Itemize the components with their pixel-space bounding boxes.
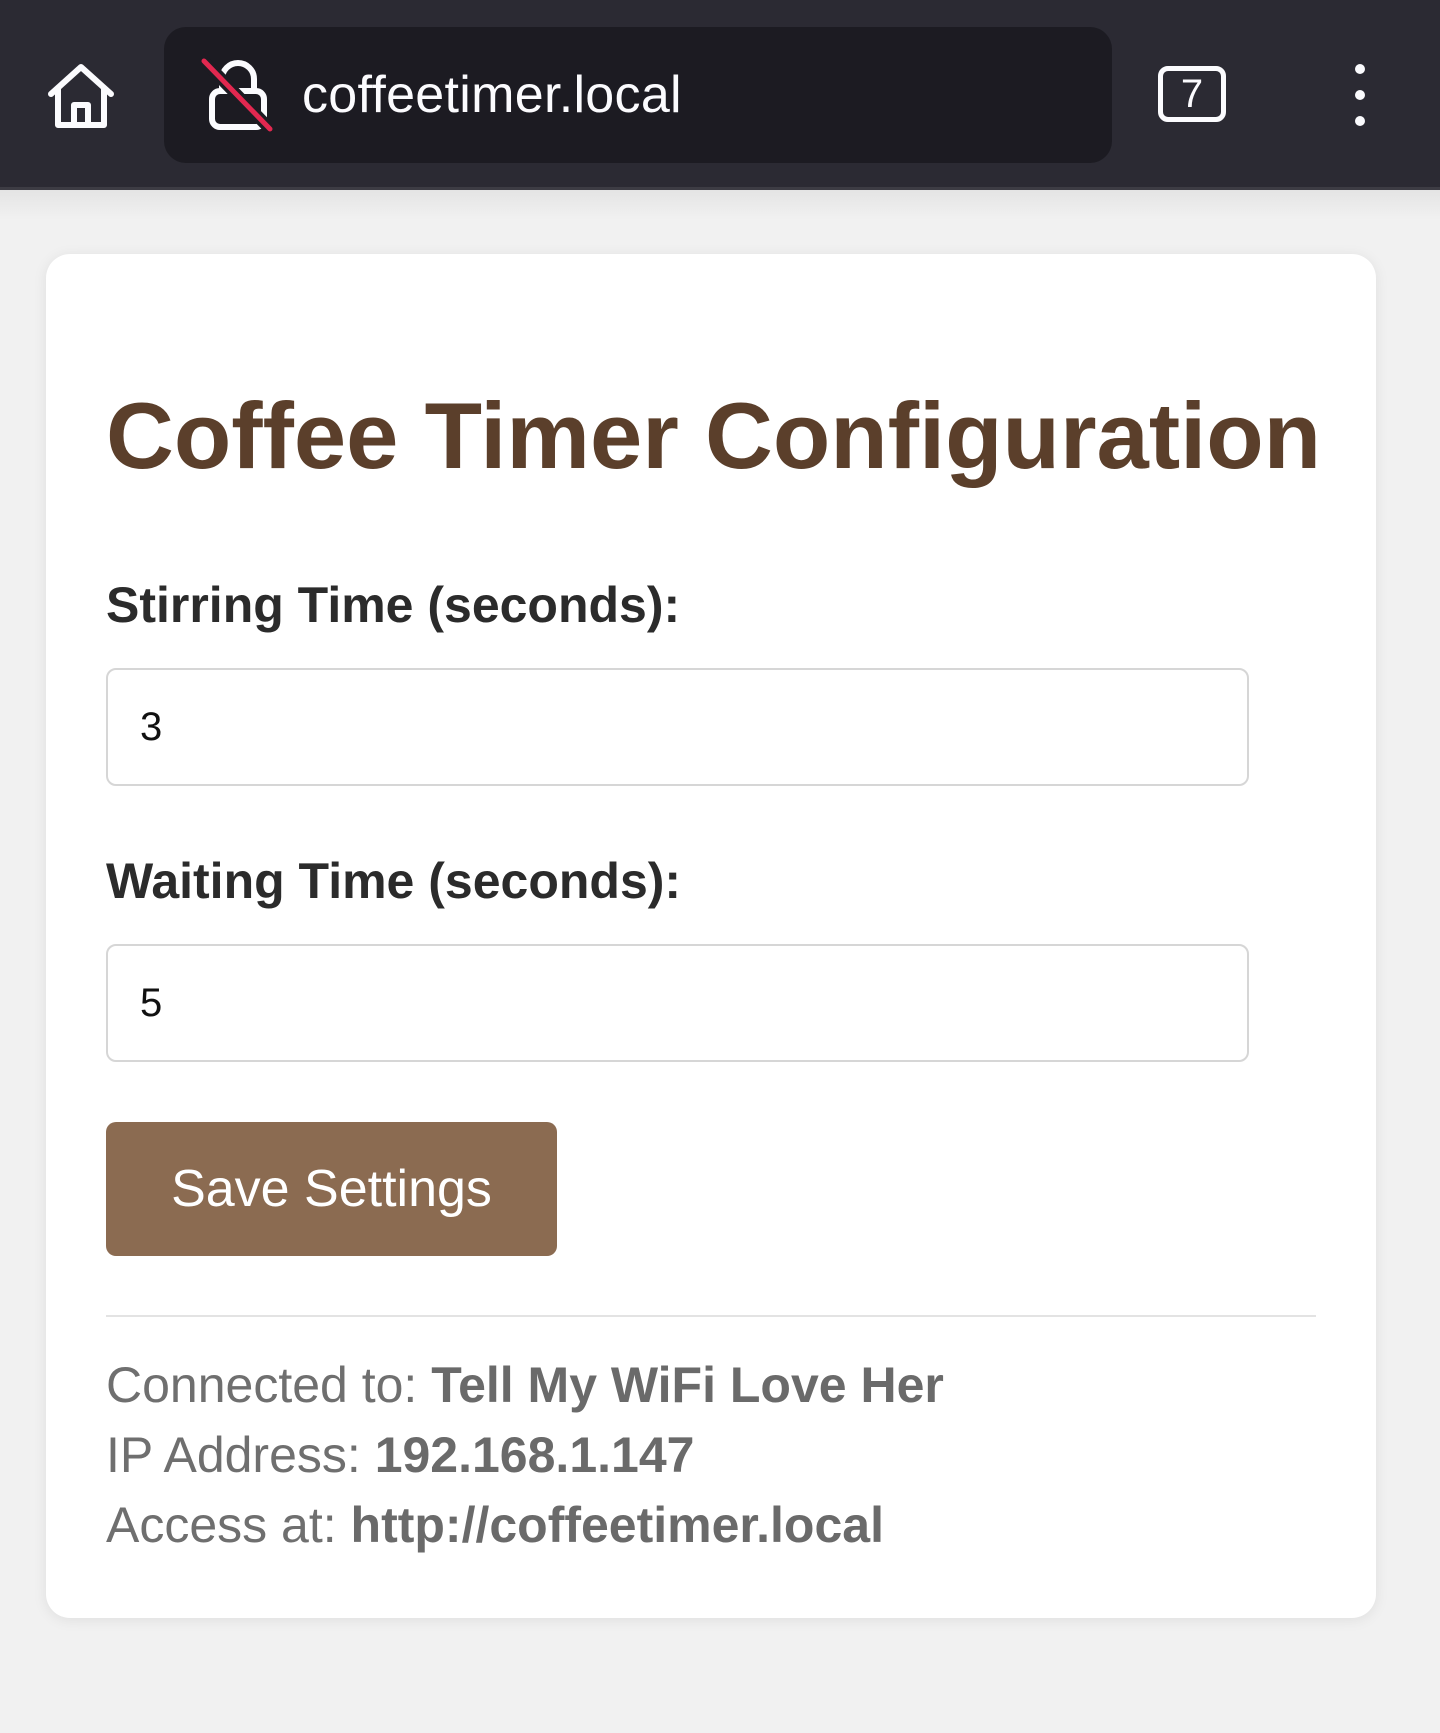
url-text[interactable]: coffeetimer.local	[302, 27, 682, 163]
home-icon	[48, 64, 114, 128]
ip-address: 192.168.1.147	[374, 1427, 695, 1483]
stirring-time-label: Stirring Time (seconds):	[106, 577, 681, 633]
browser-toolbar: coffeetimer.local 7	[0, 0, 1440, 190]
ip-label: IP Address:	[106, 1427, 375, 1483]
url-bar[interactable]: coffeetimer.local	[164, 27, 1112, 163]
wifi-label: Connected to:	[106, 1357, 432, 1413]
save-settings-button[interactable]: Save Settings	[106, 1122, 557, 1256]
page-title: Coffee Timer Configuration	[106, 383, 1322, 488]
access-info: Access at: http://coffeetimer.local	[106, 1496, 884, 1554]
wifi-name: Tell My WiFi Love Her	[431, 1357, 944, 1413]
config-card: Coffee Timer Configuration Stirring Time…	[46, 254, 1376, 1618]
ip-info: IP Address: 192.168.1.147	[106, 1426, 694, 1484]
waiting-time-label: Waiting Time (seconds):	[106, 853, 682, 909]
more-vertical-icon	[1355, 64, 1365, 74]
divider	[106, 1315, 1316, 1317]
access-url: http://coffeetimer.local	[350, 1497, 884, 1553]
page-background	[0, 190, 1440, 220]
wifi-info: Connected to: Tell My WiFi Love Her	[106, 1356, 944, 1414]
stirring-time-input[interactable]	[106, 668, 1249, 786]
tab-count-button[interactable]: 7	[1158, 66, 1226, 122]
waiting-time-input[interactable]	[106, 944, 1249, 1062]
home-button[interactable]	[40, 55, 122, 137]
browser-menu-button[interactable]	[1330, 62, 1390, 128]
insecure-lock-icon[interactable]	[200, 57, 276, 133]
access-label: Access at:	[106, 1497, 351, 1553]
